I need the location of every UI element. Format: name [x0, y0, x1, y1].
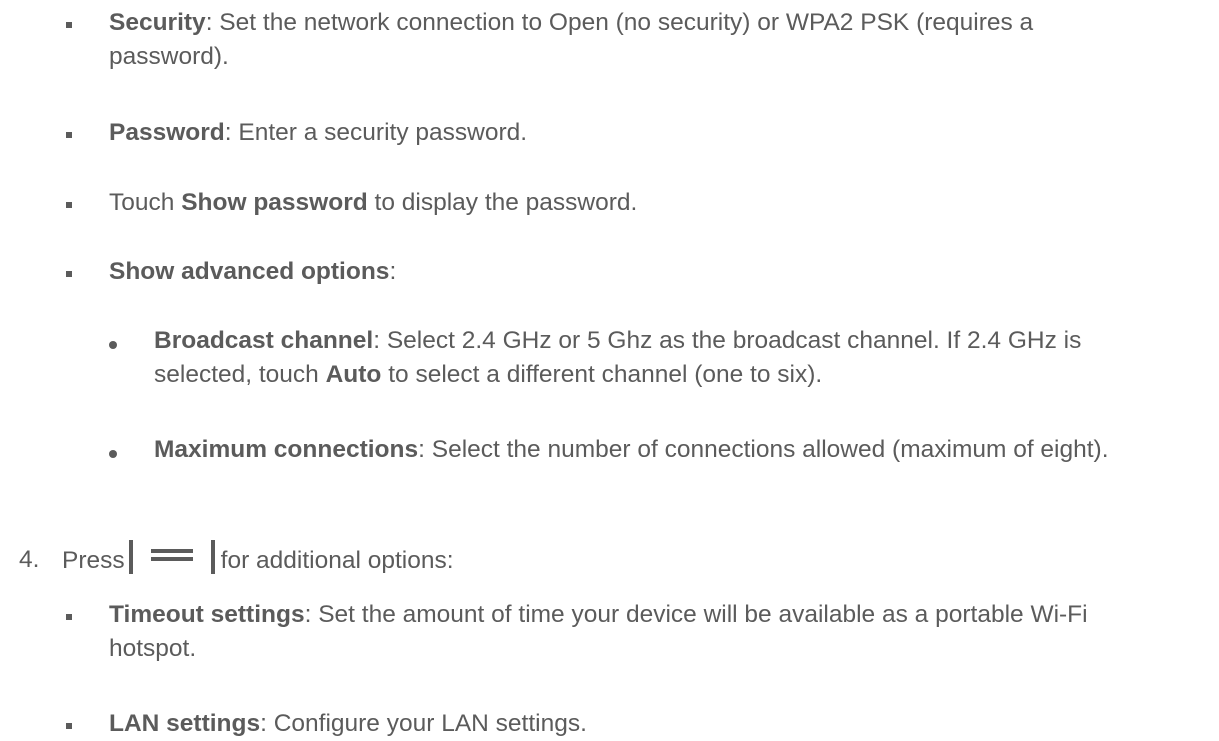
term-security: Security	[109, 9, 206, 36]
description: :	[389, 258, 397, 285]
list-item-text: Broadcast channel: Select 2.4 GHz or 5 G…	[154, 324, 1154, 392]
description: : Enter a security password.	[224, 119, 528, 146]
list-item-text: Show advanced options:	[109, 255, 1119, 289]
square-bullet	[66, 202, 72, 208]
term-timeout-settings: Timeout settings	[109, 601, 305, 628]
list-item-text: LAN settings: Configure your LAN setting…	[109, 707, 1119, 741]
list-item-text: Maximum connections: Select the number o…	[154, 433, 1154, 467]
list-item-text: Password: Enter a security password.	[109, 116, 1119, 150]
list-item-text: Timeout settings: Set the amount of time…	[109, 598, 1119, 666]
menu-icon	[128, 540, 215, 574]
step-text: Press for additional options:	[62, 540, 1162, 578]
term-show-password: Show password	[181, 189, 368, 216]
prefix: Touch	[109, 189, 182, 216]
square-bullet	[66, 614, 72, 620]
list-item-text: Touch Show password to display the passw…	[109, 186, 1119, 220]
step-description: for additional options:	[220, 547, 454, 574]
step-number: 4.	[19, 546, 40, 573]
term-lan-settings: LAN settings	[109, 710, 261, 737]
round-bullet	[109, 450, 117, 458]
term-password: Password	[109, 119, 225, 146]
term-broadcast-channel: Broadcast channel	[154, 327, 374, 354]
description: to display the password.	[367, 189, 638, 216]
term-auto: Auto	[325, 361, 382, 388]
term-maximum-connections: Maximum connections	[154, 436, 419, 463]
description: : Set the network connection to Open (no…	[109, 9, 1034, 70]
term-show-advanced-options: Show advanced options	[109, 258, 390, 285]
round-bullet	[109, 341, 117, 349]
square-bullet	[66, 132, 72, 138]
list-item-text: Security: Set the network connection to …	[109, 6, 1119, 74]
description: : Select the number of connections allow…	[418, 436, 1109, 463]
description: : Configure your LAN settings.	[260, 710, 587, 737]
step-prefix: Press	[62, 547, 125, 574]
square-bullet	[66, 22, 72, 28]
square-bullet	[66, 723, 72, 729]
document-page: Security: Set the network connection to …	[0, 0, 1219, 737]
description-end: to select a different channel (one to si…	[381, 361, 823, 388]
square-bullet	[66, 271, 72, 277]
